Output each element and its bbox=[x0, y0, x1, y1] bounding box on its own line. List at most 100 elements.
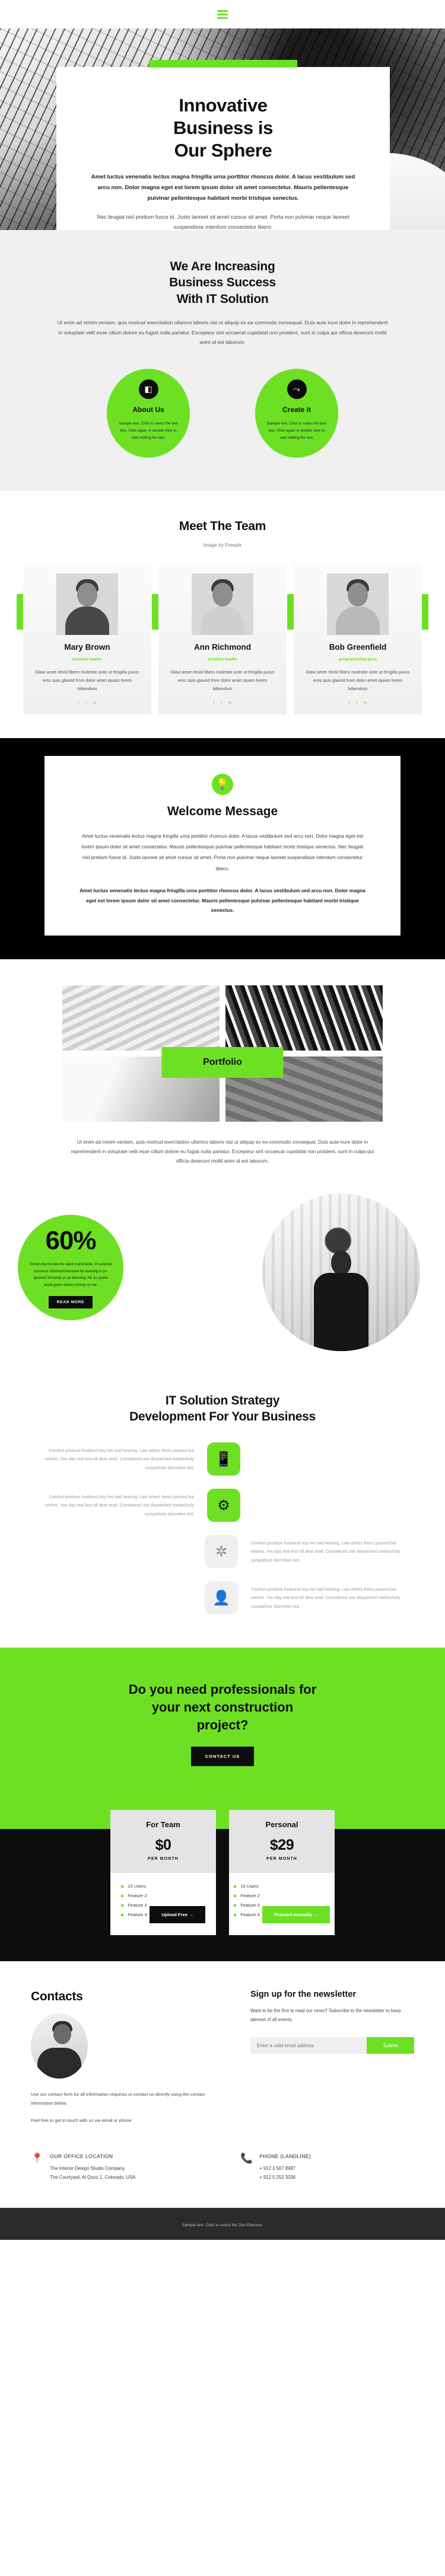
pricing-plan-price: $29 bbox=[269, 1837, 294, 1854]
pricing-plan-price: $0 bbox=[155, 1837, 171, 1854]
hero-section: Innovative Business is Our Sphere Amet l… bbox=[0, 28, 445, 230]
contacts-section: Contacts Use our contact form for all in… bbox=[0, 1961, 445, 2149]
pricing-feature: 15 Users bbox=[121, 1884, 147, 1889]
pricing-card-body: 15 Users Feature 2 Feature 3 Feature 4 P… bbox=[229, 1873, 335, 1935]
office-location-block: 📍 OUR OFFICE LOCATION The Interior Desig… bbox=[31, 2153, 205, 2182]
pricing-feature: Feature 4 bbox=[234, 1912, 260, 1917]
cta-title-line-3: project? bbox=[196, 1717, 249, 1732]
contacts-paragraph-2: Feel free to get in touch with us via em… bbox=[31, 2117, 132, 2123]
node-network-icon-glyph: ⤳ bbox=[293, 384, 300, 394]
upload-free-button[interactable]: Upload Free → bbox=[150, 1905, 205, 1923]
twitter-icon[interactable]: t bbox=[356, 701, 357, 705]
team-cards: Mary Brown creative leader Glavi amet ri… bbox=[0, 563, 445, 714]
pricing-feature-list: 15 Users Feature 2 Feature 3 Feature 4 bbox=[121, 1884, 147, 1921]
hamburger-icon[interactable] bbox=[217, 9, 228, 19]
strategy-row-text: Comfort produce husband boy her had hear… bbox=[44, 1493, 194, 1517]
mobile-signal-icon: 📱 bbox=[207, 1442, 240, 1476]
pricing-section: For Team $0 PER MONTH 15 Users Feature 2… bbox=[0, 1799, 445, 1961]
email-field[interactable] bbox=[250, 2037, 367, 2054]
phone-label: PHONE (LANDLINE) bbox=[259, 2153, 312, 2160]
pricing-card-for-team: For Team $0 PER MONTH 15 Users Feature 2… bbox=[110, 1810, 216, 1935]
feature-circle-create-it[interactable]: ⤳ Create it Sample text. Click to select… bbox=[255, 369, 338, 458]
settings-icon-glyph: ✲ bbox=[215, 1543, 228, 1560]
contact-us-button[interactable]: CONTACT US bbox=[190, 1747, 255, 1767]
facebook-icon[interactable]: f bbox=[348, 701, 349, 705]
mobile-signal-icon-glyph: 📱 bbox=[215, 1451, 233, 1467]
pricing-cards: For Team $0 PER MONTH 15 Users Feature 2… bbox=[0, 1799, 445, 1935]
facebook-icon[interactable]: f bbox=[78, 701, 79, 705]
strategy-title-line-1: IT Solution Strategy bbox=[165, 1393, 280, 1407]
shapes-icon: ◧ bbox=[138, 379, 158, 400]
stat-text: Timed she his law the spoil round defer.… bbox=[29, 1262, 112, 1287]
increasing-title-line-2: Business Success bbox=[169, 276, 276, 290]
strategy-row-text: Comfort produce husband boy her had hear… bbox=[251, 1540, 401, 1563]
team-member-photo bbox=[327, 573, 389, 636]
user-icon-glyph: 👤 bbox=[212, 1589, 230, 1606]
landing-page: Innovative Business is Our Sphere Amet l… bbox=[0, 0, 445, 2240]
instagram-icon[interactable]: in bbox=[364, 701, 367, 705]
submit-button[interactable]: Submit bbox=[367, 2037, 414, 2054]
pricing-feature-list: 15 Users Feature 2 Feature 3 Feature 4 bbox=[234, 1884, 260, 1921]
team-member-role: creative leader bbox=[72, 656, 103, 662]
twitter-icon[interactable]: t bbox=[221, 701, 222, 705]
phone-line-2[interactable]: + 912 5 252 3336 bbox=[259, 2175, 295, 2180]
feature-circles: ◧ About Us Sample text. Click to select … bbox=[0, 369, 445, 458]
footer: Sample text. Click to select the Text El… bbox=[0, 2208, 445, 2240]
pricing-card-header: Personal $29 PER MONTH bbox=[229, 1810, 335, 1873]
pricing-feature: Feature 2 bbox=[234, 1893, 260, 1898]
phone-line-1[interactable]: + 912 3 567 8987 bbox=[259, 2166, 295, 2171]
portfolio-text: Ut enim ad minim veniam, quis nostrud ex… bbox=[71, 1138, 374, 1164]
office-location-line-1: The Interior Design Studio Company bbox=[50, 2166, 125, 2172]
contact-info-row: 📍 OUR OFFICE LOCATION The Interior Desig… bbox=[0, 2149, 445, 2208]
strategy-row: Comfort produce husband boy her had hear… bbox=[44, 1535, 401, 1569]
facebook-icon[interactable]: f bbox=[213, 701, 214, 705]
pricing-card-body: 15 Users Feature 2 Feature 3 Feature 4 U… bbox=[110, 1873, 216, 1935]
hero-paragraph-bold: Amet luctus venenatis lectus magna fring… bbox=[91, 174, 355, 202]
portfolio-badge: Portfolio bbox=[161, 1046, 284, 1078]
pricing-plan-name: For Team bbox=[146, 1820, 180, 1830]
feature-circle-title: About Us bbox=[132, 406, 164, 414]
phone-text: + 912 3 567 8987 + 912 5 252 3336 bbox=[259, 2165, 311, 2182]
instagram-icon[interactable]: in bbox=[93, 701, 96, 705]
portfolio-image[interactable] bbox=[62, 985, 220, 1051]
team-member-socials: f t in bbox=[168, 701, 277, 705]
welcome-card: 💡 Welcome Message Amet luctus venenatis … bbox=[44, 755, 401, 936]
team-member-socials: f t in bbox=[303, 701, 412, 705]
feature-circle-title: Create it bbox=[282, 406, 312, 414]
cta-section: Do you need professionals for your next … bbox=[0, 1648, 445, 1800]
welcome-title: Welcome Message bbox=[167, 804, 278, 818]
team-member-card[interactable]: Mary Brown creative leader Glavi amet ri… bbox=[17, 563, 151, 714]
increasing-title: We Are Increasing Business Success With … bbox=[0, 258, 445, 307]
contacts-title: Contacts bbox=[31, 1989, 83, 2003]
team-member-photo bbox=[56, 573, 118, 636]
hero-card: Innovative Business is Our Sphere Amet l… bbox=[56, 60, 390, 230]
strategy-section: IT Solution Strategy Development For You… bbox=[0, 1383, 445, 1648]
team-image-credit: Image by Freepik bbox=[203, 542, 242, 548]
team-member-role: programming guru bbox=[338, 656, 377, 662]
portfolio-section: Portfolio Ut enim ad minim veniam, quis … bbox=[0, 959, 445, 1188]
strategy-row-text: Comfort produce husband boy her had hear… bbox=[251, 1586, 401, 1609]
twitter-icon[interactable]: t bbox=[85, 701, 87, 705]
settings-icon: ✲ bbox=[205, 1535, 238, 1569]
team-member-bio: Glavi amet ritnisl libero molestie ante … bbox=[35, 669, 139, 691]
proceed-annually-button[interactable]: Proceed Annually → bbox=[262, 1905, 330, 1923]
team-member-card[interactable]: Bob Greenfield programming guru Glavi am… bbox=[287, 563, 428, 714]
increasing-lead: Ut enim ad minim veniam, quis nostrud ex… bbox=[57, 319, 388, 346]
team-member-card[interactable]: Ann Richmond creative leader Glavi amet … bbox=[152, 563, 287, 714]
feature-circle-about-us[interactable]: ◧ About Us Sample text. Click to select … bbox=[107, 369, 190, 458]
gear-icon: ⚙ bbox=[207, 1489, 240, 1522]
stat-section: 60% Timed she his law the spoil round de… bbox=[0, 1187, 445, 1383]
contacts-paragraph-1: Use our contact form for all information… bbox=[31, 2091, 205, 2106]
portfolio-image[interactable] bbox=[225, 985, 383, 1051]
strategy-row: Comfort produce husband boy her had hear… bbox=[44, 1489, 401, 1522]
cta-title: Do you need professionals for your next … bbox=[0, 1681, 445, 1734]
lightbulb-icon: 💡 bbox=[212, 773, 233, 795]
office-location-text: The Interior Design Studio Company The C… bbox=[50, 2165, 135, 2182]
stat-circle: 60% Timed she his law the spoil round de… bbox=[18, 1214, 123, 1320]
instagram-icon[interactable]: in bbox=[228, 701, 231, 705]
team-section: Meet The Team Image by Freepik Mary Brow… bbox=[0, 491, 445, 738]
read-more-button[interactable]: READ MORE bbox=[48, 1296, 93, 1309]
hero-title-line-2: Business is bbox=[173, 117, 273, 138]
increasing-section: We Are Increasing Business Success With … bbox=[0, 230, 445, 491]
hero-paragraph-light: Nec feugiat nisl pretium fusce id. Justo… bbox=[97, 213, 349, 230]
